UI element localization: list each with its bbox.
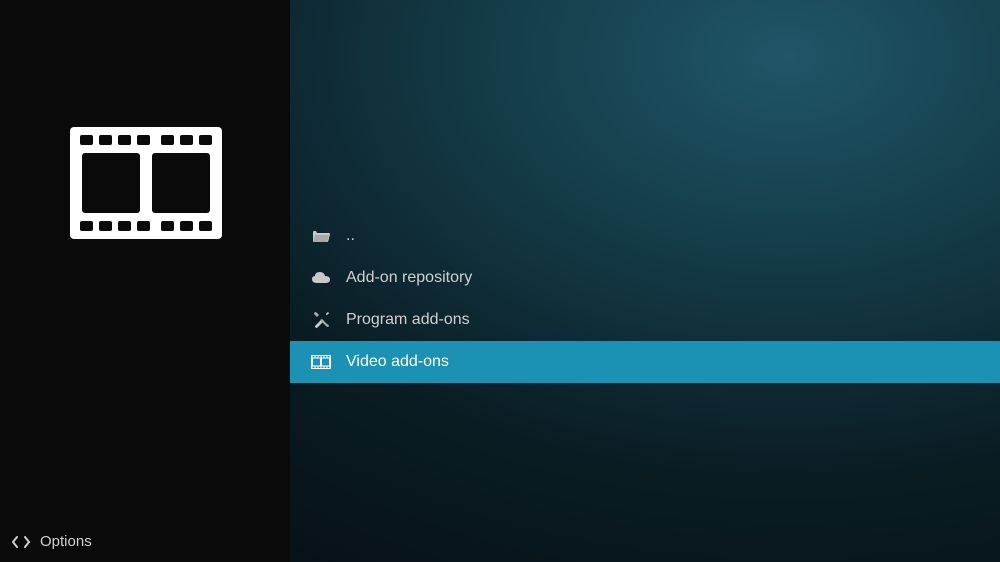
list-item-parent[interactable]: .. — [290, 215, 1000, 257]
list-item-addon-repository[interactable]: Add-on repository — [290, 257, 1000, 299]
film-icon — [70, 127, 222, 244]
video-film-icon — [310, 351, 332, 373]
list-item-label: .. — [346, 227, 355, 245]
folder-open-icon — [310, 225, 332, 247]
main-panel: .. Add-on repository Program add-ons — [290, 0, 1000, 562]
tools-icon — [310, 309, 332, 331]
list-item-video-addons[interactable]: Video add-ons — [290, 341, 1000, 383]
list-item-program-addons[interactable]: Program add-ons — [290, 299, 1000, 341]
cloud-icon — [310, 267, 332, 289]
addon-list: .. Add-on repository Program add-ons — [290, 215, 1000, 383]
list-item-label: Add-on repository — [346, 269, 472, 287]
options-label: Options — [40, 533, 92, 550]
options-button[interactable]: Options — [12, 533, 92, 550]
list-item-label: Program add-ons — [346, 311, 470, 329]
list-item-label: Video add-ons — [346, 353, 449, 371]
sidebar: Options — [0, 0, 290, 562]
options-icon — [12, 535, 30, 549]
